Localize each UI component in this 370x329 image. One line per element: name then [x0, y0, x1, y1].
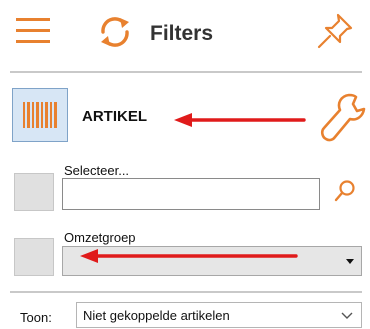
search-icon[interactable] — [332, 178, 358, 204]
refresh-icon[interactable] — [96, 14, 134, 50]
page-title: Filters — [150, 22, 214, 45]
selecteer-label: Selecteer... — [64, 163, 130, 178]
omzetgroep-checkbox[interactable] — [14, 238, 54, 276]
annotation-arrow — [174, 113, 306, 127]
toon-select[interactable]: Niet gekoppelde artikelen — [76, 302, 362, 328]
barcode-icon — [23, 102, 57, 128]
chevron-down-icon — [341, 312, 353, 319]
selecteer-checkbox[interactable] — [14, 173, 54, 211]
divider — [10, 71, 362, 73]
pin-icon[interactable] — [314, 12, 358, 52]
selecteer-input[interactable] — [62, 178, 320, 210]
toon-selected-value: Niet gekoppelde artikelen — [83, 308, 230, 323]
divider — [10, 291, 362, 293]
annotation-arrow — [80, 249, 298, 263]
dropdown-arrow-icon — [346, 259, 354, 264]
artikel-button[interactable] — [12, 88, 68, 142]
artikel-label: ARTIKEL — [82, 108, 147, 125]
wrench-icon[interactable] — [316, 90, 368, 146]
toon-label: Toon: — [20, 310, 52, 325]
hamburger-menu-icon[interactable] — [14, 14, 64, 46]
omzetgroep-label: Omzetgroep — [64, 230, 136, 245]
